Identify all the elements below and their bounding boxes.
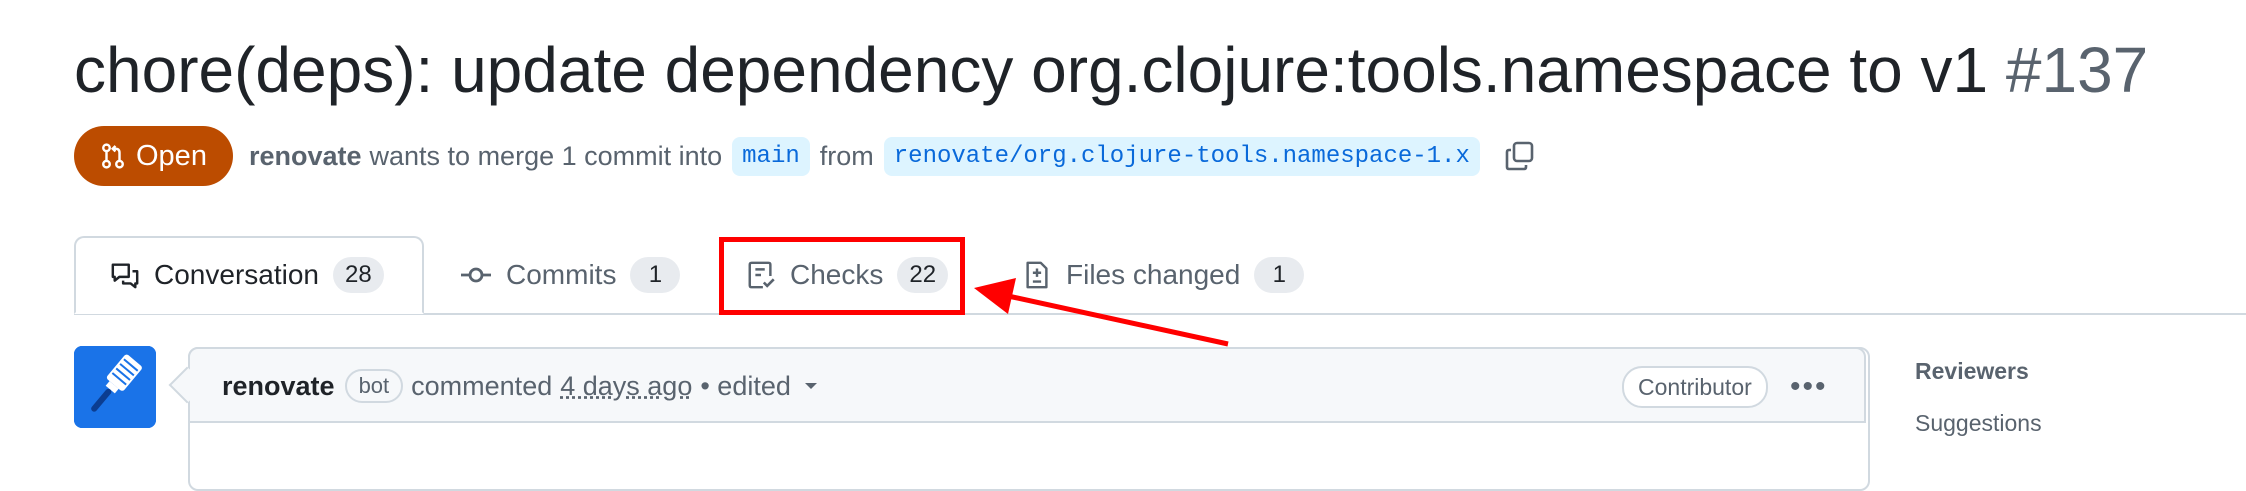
tab-counter: 1: [630, 257, 680, 293]
copy-icon[interactable]: [1504, 140, 1536, 172]
pr-author-link[interactable]: renovate: [249, 141, 362, 172]
tab-label: Commits: [506, 259, 616, 291]
pr-number: #137: [2006, 34, 2148, 106]
checks-highlight-box: [719, 237, 965, 315]
comment-action: commented: [411, 371, 552, 402]
annotation-arrow: [960, 270, 1240, 350]
base-branch[interactable]: main: [732, 137, 810, 176]
commit-icon: [460, 259, 492, 291]
merge-text: wants to merge 1 commit into: [370, 141, 723, 172]
tab-counter: 28: [333, 257, 384, 293]
pull-request-icon: [100, 143, 126, 169]
edited-dropdown[interactable]: • edited: [700, 371, 791, 402]
renovate-logo-icon: [74, 346, 156, 428]
contributor-badge: Contributor: [1622, 366, 1768, 408]
avatar[interactable]: [74, 346, 156, 428]
pr-title: chore(deps): update dependency org.cloju…: [74, 28, 2148, 112]
comment-timestamp[interactable]: 4 days ago: [560, 371, 692, 402]
from-text: from: [820, 141, 874, 172]
tab-conversation[interactable]: Conversation 28: [74, 236, 424, 314]
head-branch[interactable]: renovate/org.clojure-tools.namespace-1.x: [884, 137, 1480, 176]
tab-counter: 1: [1254, 257, 1304, 293]
kebab-menu-icon[interactable]: •••: [1790, 370, 1828, 404]
state-badge: Open: [74, 126, 233, 186]
comment-discussion-icon: [110, 260, 140, 290]
tab-commits[interactable]: Commits 1: [460, 236, 680, 314]
bot-label: bot: [345, 369, 404, 403]
reviewers-heading[interactable]: Reviewers: [1915, 358, 2029, 385]
pr-title-text: chore(deps): update dependency org.cloju…: [74, 34, 1988, 106]
tab-label: Conversation: [154, 259, 319, 291]
state-label: Open: [136, 140, 207, 173]
pr-meta: Open renovate wants to merge 1 commit in…: [74, 126, 1536, 186]
comment-header-content: renovate bot commented 4 days ago • edit…: [222, 364, 819, 408]
merge-info: renovate wants to merge 1 commit into ma…: [249, 137, 1536, 176]
chevron-down-icon[interactable]: [803, 380, 819, 392]
comment-author-link[interactable]: renovate: [222, 371, 335, 402]
reviewers-suggestions: Suggestions: [1915, 410, 2042, 437]
